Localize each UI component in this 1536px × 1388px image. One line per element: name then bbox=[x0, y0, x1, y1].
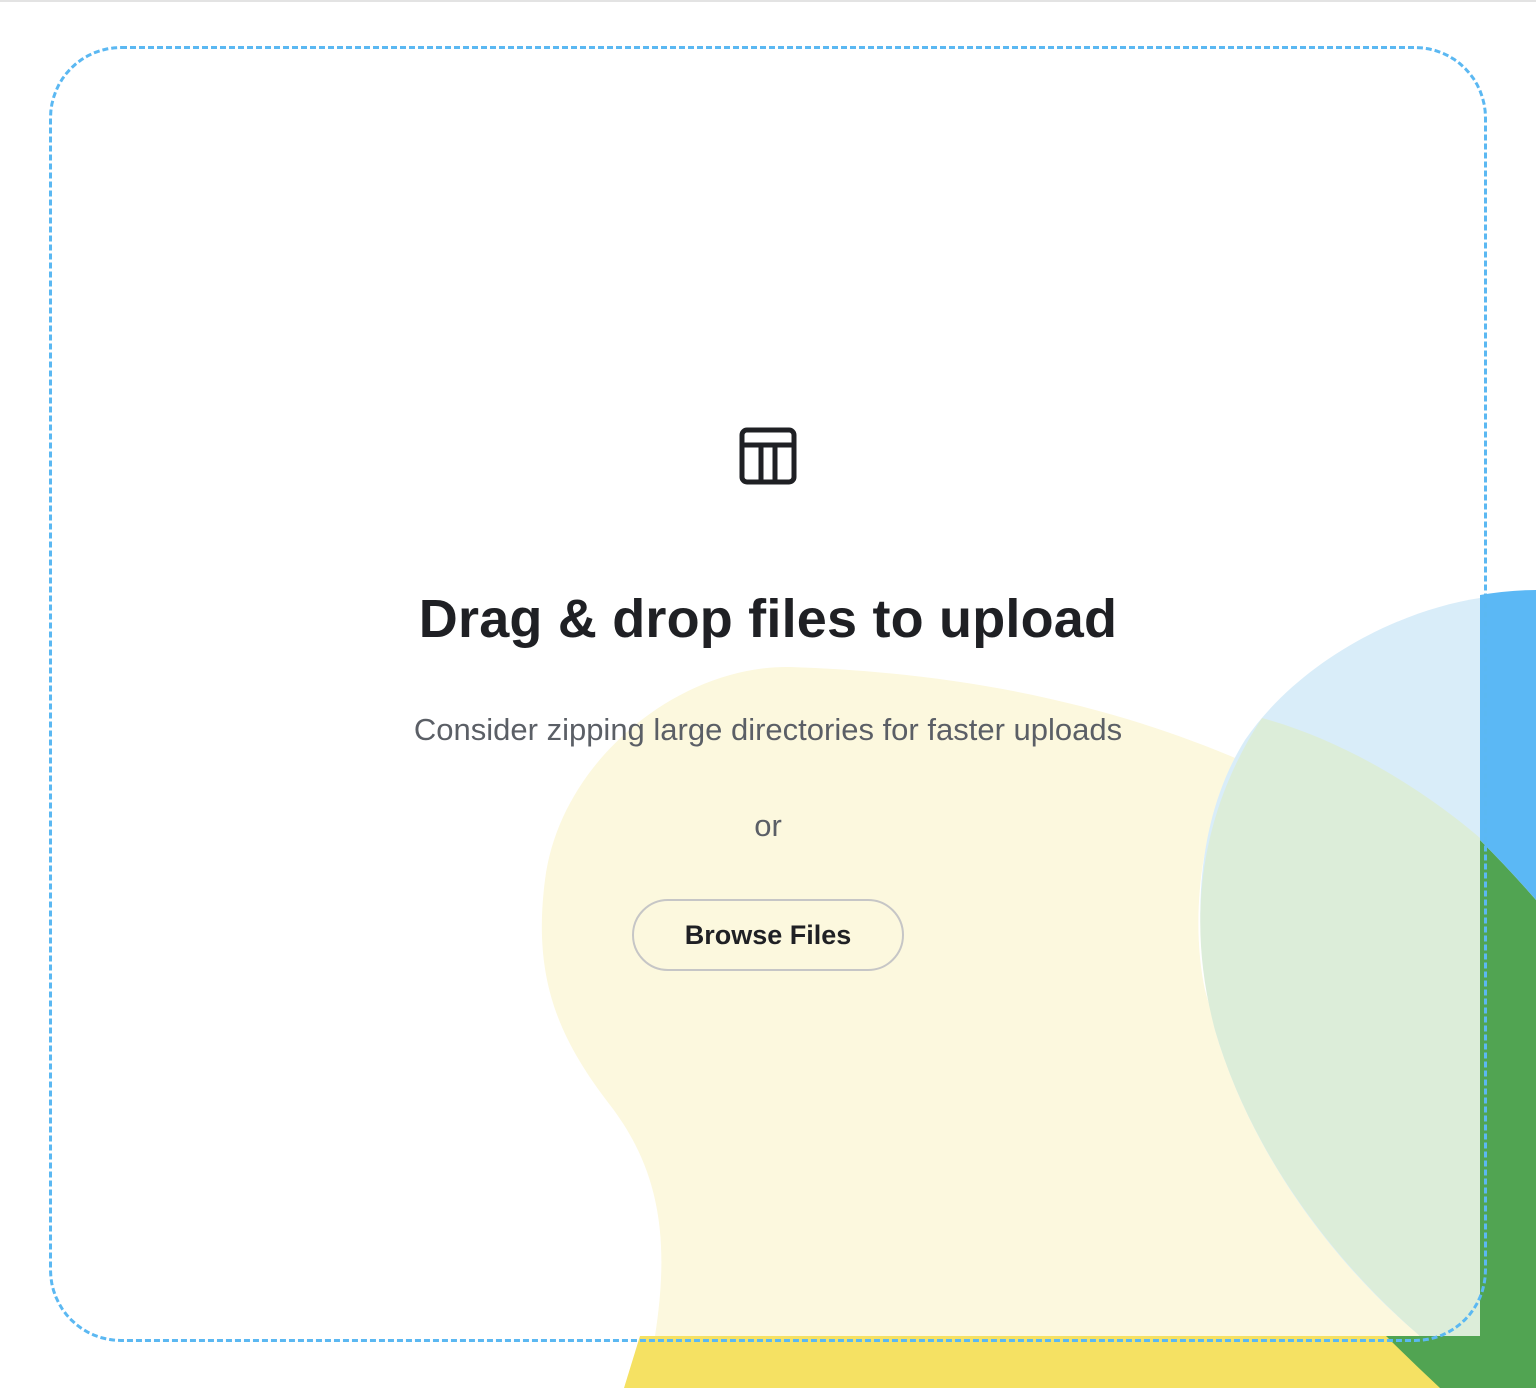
or-separator: or bbox=[754, 808, 782, 843]
dropzone-hint: Consider zipping large directories for f… bbox=[413, 712, 1123, 747]
upload-page: Drag & drop files to upload Consider zip… bbox=[0, 0, 1536, 1388]
browse-files-button[interactable]: Browse Files bbox=[632, 899, 904, 971]
dropzone-title: Drag & drop files to upload bbox=[418, 589, 1118, 649]
table-icon bbox=[739, 427, 797, 485]
dropzone-content: Drag & drop files to upload Consider zip… bbox=[0, 0, 1536, 1388]
